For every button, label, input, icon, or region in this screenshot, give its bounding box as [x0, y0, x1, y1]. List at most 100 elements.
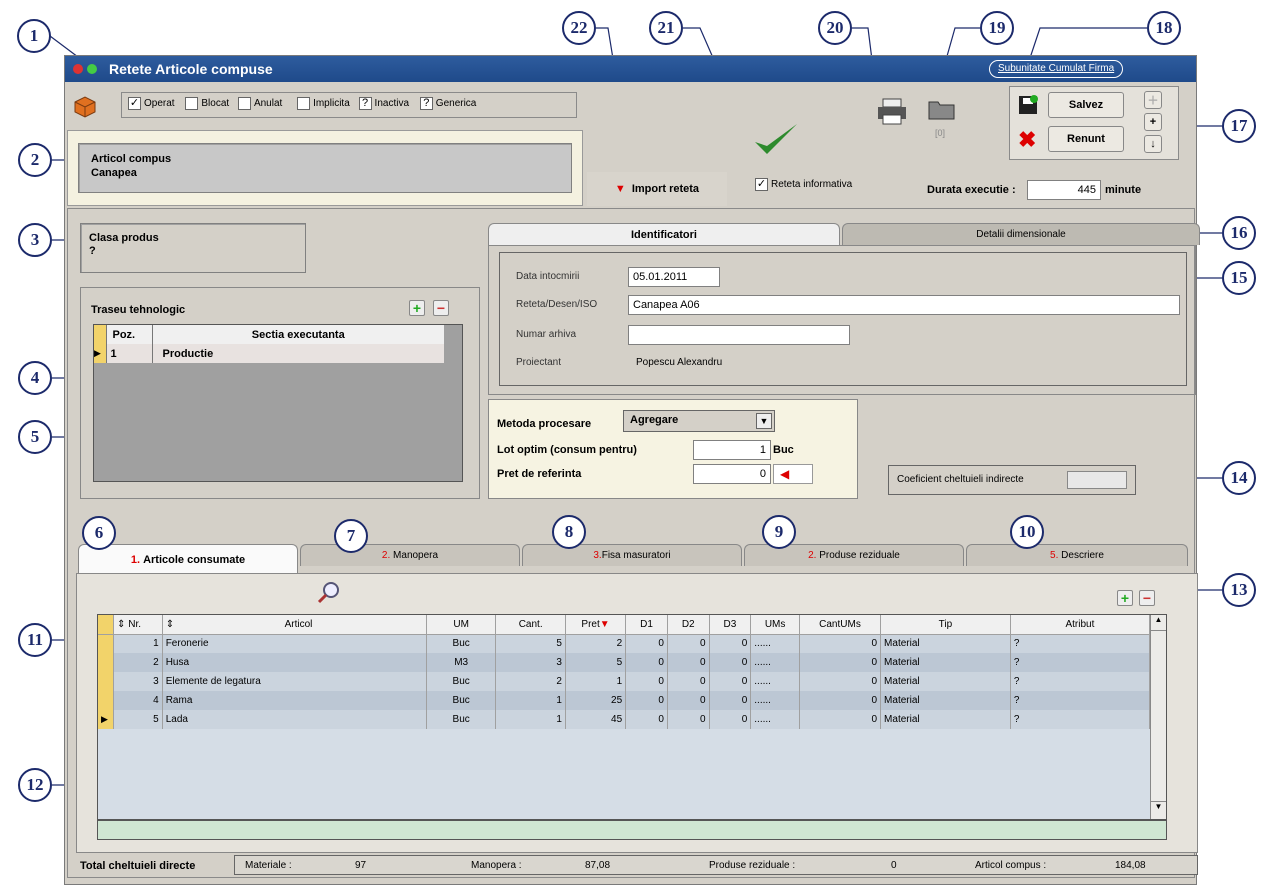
pret-back-icon[interactable]: ◀	[773, 464, 813, 484]
window-title: Retete Articole compuse	[109, 61, 273, 77]
lot-input[interactable]: 1	[693, 440, 771, 460]
grid-remove-icon[interactable]: −	[1139, 590, 1155, 606]
subunit-link[interactable]: Subunitate Cumulat Firma	[989, 60, 1124, 78]
duration-input[interactable]: 445	[1027, 180, 1101, 200]
folder-icon[interactable]	[927, 96, 957, 122]
callout-11: 11	[18, 623, 52, 657]
anulat-checkbox[interactable]: Anulat	[237, 97, 282, 110]
tab-articole[interactable]: 1. Articole consumate	[78, 544, 298, 574]
generica-checkbox[interactable]: ? Generica	[419, 97, 476, 110]
arrow-down-button[interactable]: ↓	[1144, 135, 1162, 153]
callout-16: 16	[1222, 216, 1256, 250]
tab-descriere[interactable]: 5. Descriere	[966, 544, 1188, 566]
save-button[interactable]: Salvez	[1048, 92, 1124, 118]
col-pret[interactable]: Pret▼	[565, 615, 627, 635]
add-row-button[interactable]: +	[1144, 113, 1162, 131]
cancel-x-icon: ✖	[1018, 127, 1037, 152]
callout-10: 10	[1010, 515, 1044, 549]
callout-20: 20	[818, 11, 852, 45]
clasa-box[interactable]: Clasa produs ?	[80, 223, 306, 273]
traseu-remove-icon[interactable]: −	[433, 300, 449, 316]
col-um[interactable]: UM	[426, 615, 497, 635]
col-d1[interactable]: D1	[625, 615, 668, 635]
save-disk-icon	[1016, 93, 1040, 117]
table-row[interactable]: 4 Rama Buc 1 25 0 0 0...... 0 Material?	[98, 691, 1151, 710]
min-dot-icon[interactable]	[87, 64, 97, 74]
callout-2: 2	[18, 143, 52, 177]
reteta-label: Reteta/Desen/ISO	[516, 299, 598, 310]
search-icon[interactable]	[317, 580, 341, 604]
traseu-row[interactable]: ▶ 1 Productie	[94, 344, 444, 363]
proiectant-value[interactable]: Popescu Alexandru	[636, 357, 722, 368]
import-reteta-button[interactable]: ▼ Import reteta	[587, 172, 727, 206]
table-row[interactable]: 1 Feronerie Buc 5 2 0 0 0...... 0 Material?	[98, 634, 1151, 653]
arhiva-input[interactable]	[628, 325, 850, 345]
duration-unit: minute	[1105, 184, 1142, 196]
triangle-down-icon: ▼	[614, 183, 626, 195]
nav-first-button[interactable]: ＋	[1144, 91, 1162, 109]
table-row[interactable]: 3 Elemente de legatura Buc 2 1 0 0 0...... 0 Mate…	[98, 672, 1151, 691]
metoda-select[interactable]: Agregare ▼	[623, 410, 775, 432]
data-label: Data intocmirii	[516, 271, 580, 282]
col-d2[interactable]: D2	[667, 615, 710, 635]
articole-table: ⇕ Nr. ⇕ Articol UM Cant. Pret▼ D1 D2 D3 U…	[98, 615, 1151, 729]
callout-14: 14	[1222, 461, 1256, 495]
coeficient-input[interactable]	[1067, 471, 1127, 489]
chevron-down-icon[interactable]: ▼	[756, 413, 772, 429]
totals-bar: Total cheltuieli directe Materiale : 97 …	[76, 855, 1198, 877]
callout-22: 22	[562, 11, 596, 45]
col-d3[interactable]: D3	[709, 615, 752, 635]
article-value: Canapea	[91, 167, 137, 179]
articole-grid: ⇕ Nr. ⇕ Articol UM Cant. Pret▼ D1 D2 D3 U…	[97, 614, 1167, 820]
traseu-title: Traseu tehnologic	[91, 304, 186, 316]
col-cant[interactable]: Cant.	[495, 615, 566, 635]
inactiva-checkbox[interactable]: ? Inactiva	[358, 97, 409, 110]
col-nr[interactable]: ⇕ Nr.	[113, 615, 163, 635]
close-dot-icon[interactable]	[73, 64, 83, 74]
scroll-down-icon[interactable]: ▼	[1151, 801, 1166, 817]
tab-manopera[interactable]: 2. Manopera	[300, 544, 520, 566]
callout-6: 6	[82, 516, 116, 550]
metoda-label: Metoda procesare	[497, 418, 592, 430]
tab-detalii[interactable]: Detalii dimensionale	[842, 223, 1200, 245]
tab-fisa[interactable]: 3. Fisa masuratori	[522, 544, 742, 566]
callout-9: 9	[762, 515, 796, 549]
pret-label: Pret de referinta	[497, 468, 582, 480]
callout-21: 21	[649, 11, 683, 45]
scroll-up-icon[interactable]: ▲	[1151, 615, 1166, 631]
col-atribut[interactable]: Atribut	[1010, 615, 1151, 635]
article-box[interactable]: Articol compus Canapea	[78, 143, 572, 193]
implicita-checkbox[interactable]: Implicita	[297, 97, 350, 110]
arhiva-label: Numar arhiva	[516, 329, 577, 340]
table-row[interactable]: ▶ 5 Lada Buc 1 45 0 0 0...... 0 Material?	[98, 710, 1151, 729]
validate-check-icon[interactable]	[751, 120, 801, 160]
reziduale-total: 0	[891, 860, 897, 871]
blocat-checkbox[interactable]: Blocat	[185, 97, 229, 110]
status-flags: ✓ Operat Blocat Anulat Implicita ? Inactiv…	[121, 92, 577, 118]
grid-add-icon[interactable]: +	[1117, 590, 1133, 606]
printer-icon[interactable]	[875, 96, 909, 126]
pret-input[interactable]: 0	[693, 464, 771, 484]
materiale-total: 97	[355, 860, 367, 871]
proiectant-label: Proiectant	[516, 357, 562, 368]
col-poz[interactable]: Poz.	[106, 325, 153, 344]
totals-label: Total cheltuieli directe	[80, 860, 196, 872]
action-panel: Salvez ✖ Renunt ＋ + ↓	[1009, 86, 1179, 160]
col-cantums[interactable]: CantUMs	[799, 615, 882, 635]
traseu-add-icon[interactable]: +	[409, 300, 425, 316]
table-row[interactable]: 2 Husa M3 3 5 0 0 0...... 0 Material?	[98, 653, 1151, 672]
col-ums[interactable]: UMs	[750, 615, 800, 635]
col-tip[interactable]: Tip	[880, 615, 1011, 635]
cube-icon	[71, 92, 99, 120]
data-input[interactable]: 05.01.2011	[628, 267, 720, 287]
coeficient-panel: Coeficient cheltuieli indirecte	[888, 465, 1136, 495]
col-articol[interactable]: ⇕ Articol	[162, 615, 427, 635]
operat-checkbox[interactable]: ✓ Operat	[128, 97, 175, 110]
grid-scrollbar[interactable]: ▲ ▼	[1150, 615, 1166, 819]
col-sectia[interactable]: Sectia executanta	[152, 325, 444, 344]
reteta-input[interactable]: Canapea A06	[628, 295, 1180, 315]
grid-footer	[97, 820, 1167, 840]
tab-identificatori[interactable]: Identificatori	[488, 223, 840, 245]
cancel-button[interactable]: Renunt	[1048, 126, 1124, 152]
informativa-checkbox[interactable]: ✓ Reteta informativa	[755, 178, 852, 191]
